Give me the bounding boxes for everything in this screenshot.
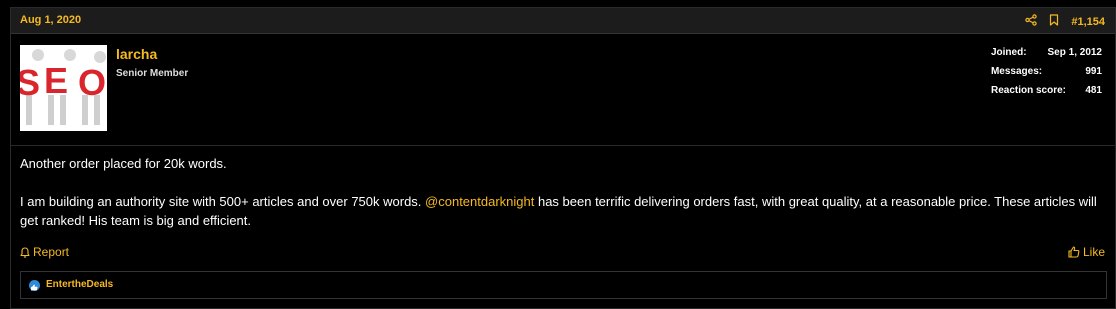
post-body: Another order placed for 20k words. I am…	[20, 154, 1110, 249]
post-paragraph: I am building an authority site with 500…	[20, 192, 1110, 230]
stat-joined: Joined: Sep 1, 2012	[991, 47, 1102, 66]
stat-label: Reaction score:	[990, 85, 1066, 96]
like-reaction-icon[interactable]	[29, 280, 40, 291]
report-button[interactable]: Report	[20, 245, 69, 259]
divider	[11, 145, 1116, 146]
user-mention-link[interactable]: @contentdarknight	[425, 194, 534, 209]
user-stats: Joined: Sep 1, 2012 Messages: 991 Reacti…	[991, 47, 1102, 104]
post-container: Aug 1, 2020 #1,154 S E O larcha Senior M…	[10, 7, 1116, 309]
post-text: I am building an authority site with 500…	[20, 194, 426, 209]
svg-text:E: E	[44, 60, 68, 101]
like-label: Like	[1082, 245, 1105, 259]
stat-label: Messages:	[990, 66, 1043, 77]
svg-text:S: S	[20, 62, 40, 103]
thumbs-up-icon	[1068, 246, 1080, 258]
stat-reaction-score: Reaction score: 481	[991, 85, 1102, 104]
bell-icon	[20, 246, 30, 258]
bookmark-icon[interactable]	[1049, 13, 1059, 31]
stat-value: 481	[1085, 85, 1102, 96]
report-label: Report	[33, 245, 70, 259]
stat-value[interactable]: 991	[1072, 66, 1102, 85]
share-icon[interactable]	[1025, 13, 1038, 31]
svg-text:O: O	[78, 62, 106, 103]
post-header: Aug 1, 2020 #1,154	[11, 8, 1115, 34]
post-number[interactable]: #1,154	[1071, 16, 1105, 28]
header-actions: #1,154	[1025, 13, 1105, 31]
like-button[interactable]: Like	[1068, 245, 1105, 259]
post-date[interactable]: Aug 1, 2020	[20, 14, 81, 26]
avatar[interactable]: S E O	[20, 45, 107, 131]
user-title: Senior Member	[116, 68, 189, 79]
stat-value: Sep 1, 2012	[1047, 47, 1102, 58]
username[interactable]: larcha	[116, 46, 157, 62]
post-paragraph: Another order placed for 20k words.	[20, 156, 227, 171]
stat-label: Joined:	[990, 47, 1027, 58]
reactions-bar: EntertheDeals	[20, 271, 1107, 299]
reaction-user-link[interactable]: EntertheDeals	[46, 279, 113, 290]
stat-messages: Messages: 991	[991, 66, 1102, 85]
